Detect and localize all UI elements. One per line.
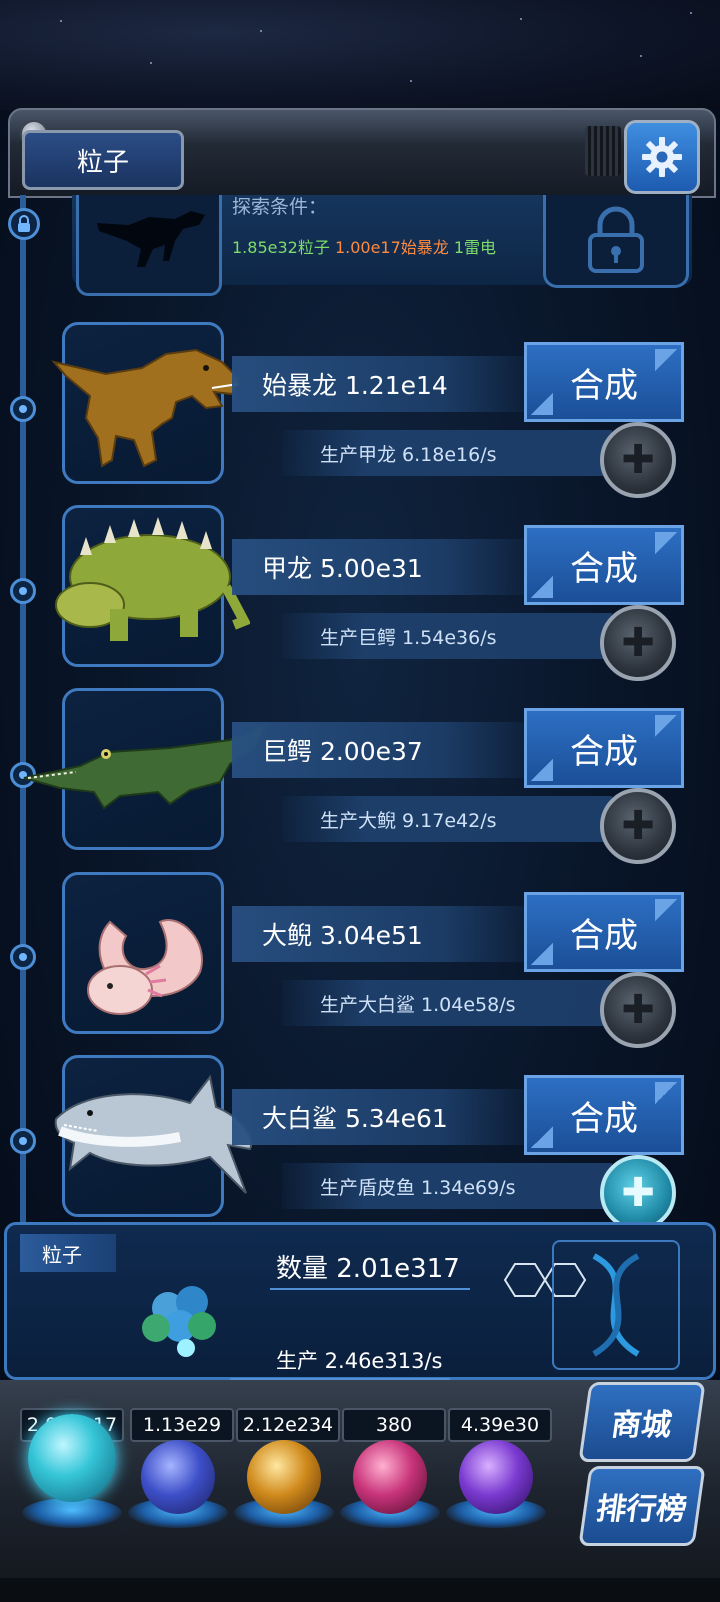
resource-value-fire: 2.12e234 — [236, 1408, 340, 1442]
creature-name: 甲龙 5.00e31 — [232, 539, 532, 595]
add-button[interactable]: ✚ — [600, 422, 676, 498]
particle-count: 数量 2.01e317 — [276, 1254, 460, 1284]
orb-pedestal — [22, 1498, 122, 1528]
shark-icon — [54, 1074, 253, 1194]
add-button[interactable]: ✚ — [600, 788, 676, 864]
creature-production: 生产甲龙 6.18e16/s — [282, 430, 612, 476]
unlock-conditions: 1.85e32粒子 1.00e17始暴龙 1雷电 — [232, 234, 496, 258]
condition-dinosaur: 1.00e17始暴龙 — [334, 238, 449, 257]
plus-icon: ✚ — [621, 1170, 655, 1216]
creature-production: 生产盾皮鱼 1.34e69/s — [282, 1163, 612, 1209]
add-button[interactable]: ✚ — [600, 972, 676, 1048]
resource-value-brain: 380 — [342, 1408, 446, 1442]
settings-button[interactable] — [624, 120, 700, 194]
plus-icon: ✚ — [621, 803, 655, 849]
particle-tag: 粒子 — [20, 1234, 116, 1272]
dna-icon — [592, 1253, 640, 1357]
bottom-edge — [0, 1578, 720, 1602]
condition-particle: 1.85e32粒子 — [232, 238, 330, 257]
creature-production: 生产大白鲨 1.04e58/s — [282, 980, 612, 1026]
brain-orb[interactable] — [353, 1440, 427, 1514]
thunder-orb[interactable] — [141, 1440, 215, 1514]
plus-icon: ✚ — [621, 987, 655, 1033]
connector-line — [270, 1288, 470, 1290]
particle-production: 生产 2.46e313/s — [276, 1349, 443, 1373]
creature-name: 巨鳄 2.00e37 — [232, 722, 532, 778]
space-background — [0, 0, 720, 110]
plus-icon: ✚ — [621, 620, 655, 666]
padlock-icon — [588, 206, 644, 273]
creature-name: 始暴龙 1.21e14 — [232, 356, 532, 412]
dna-frame — [552, 1240, 680, 1370]
vortex-orb[interactable] — [459, 1440, 533, 1514]
page-title: 粒子 — [22, 130, 184, 190]
creature-production: 生产巨鳄 1.54e36/s — [282, 613, 612, 659]
creature-name: 大白鲨 5.34e61 — [232, 1089, 532, 1145]
unlock-condition-title: 探索条件： — [232, 196, 328, 218]
fire-orb[interactable] — [247, 1440, 321, 1514]
add-button[interactable]: ✚ — [600, 1155, 676, 1231]
synthesize-button[interactable]: 合成 — [524, 1075, 684, 1155]
creature-row-great-white-shark: 大白鲨 5.34e61 生产盾皮鱼 1.34e69/s 合成 ✚ — [0, 1055, 720, 1231]
locked-slot — [543, 195, 689, 288]
creature-name: 大鲵 3.04e51 — [232, 906, 532, 962]
particle-orb[interactable] — [28, 1414, 116, 1502]
condition-thunder: 1雷电 — [453, 238, 497, 257]
shop-button[interactable]: 商城 — [578, 1382, 706, 1462]
lock-icon — [8, 208, 40, 240]
axolotl-icon — [87, 919, 203, 1015]
resource-value-thunder: 1.13e29 — [130, 1408, 234, 1442]
creature-row-ankylosaurus: 甲龙 5.00e31 生产巨鳄 1.54e36/s 合成 ✚ — [0, 505, 720, 681]
plus-icon: ✚ — [621, 437, 655, 483]
add-button[interactable]: ✚ — [600, 605, 676, 681]
creature-row-giant-crocodile: 巨鳄 2.00e37 生产大鲵 9.17e42/s 合成 ✚ — [0, 688, 720, 864]
tyrannosaurus-icon — [51, 348, 242, 468]
creature-row-proto-tyrannosaurus: 始暴龙 1.21e14 生产甲龙 6.18e16/s 合成 ✚ — [0, 322, 720, 498]
locked-creature-silhouette — [76, 195, 222, 296]
resource-value-vortex: 4.39e30 — [448, 1408, 552, 1442]
synthesize-button[interactable]: 合成 — [524, 892, 684, 972]
creature-row-giant-salamander: 大鲵 3.04e51 生产大白鲨 1.04e58/s 合成 ✚ — [0, 872, 720, 1048]
gear-icon — [642, 137, 682, 177]
synthesize-button[interactable]: 合成 — [524, 708, 684, 788]
synthesize-button[interactable]: 合成 — [524, 342, 684, 422]
synthesize-button[interactable]: 合成 — [524, 525, 684, 605]
creature-production: 生产大鲵 9.17e42/s — [282, 796, 612, 842]
ankylosaurus-icon — [55, 517, 250, 641]
ranking-button[interactable]: 排行榜 — [578, 1466, 706, 1546]
particle-cluster-icon — [142, 1286, 216, 1357]
vent-decoration — [585, 126, 621, 176]
